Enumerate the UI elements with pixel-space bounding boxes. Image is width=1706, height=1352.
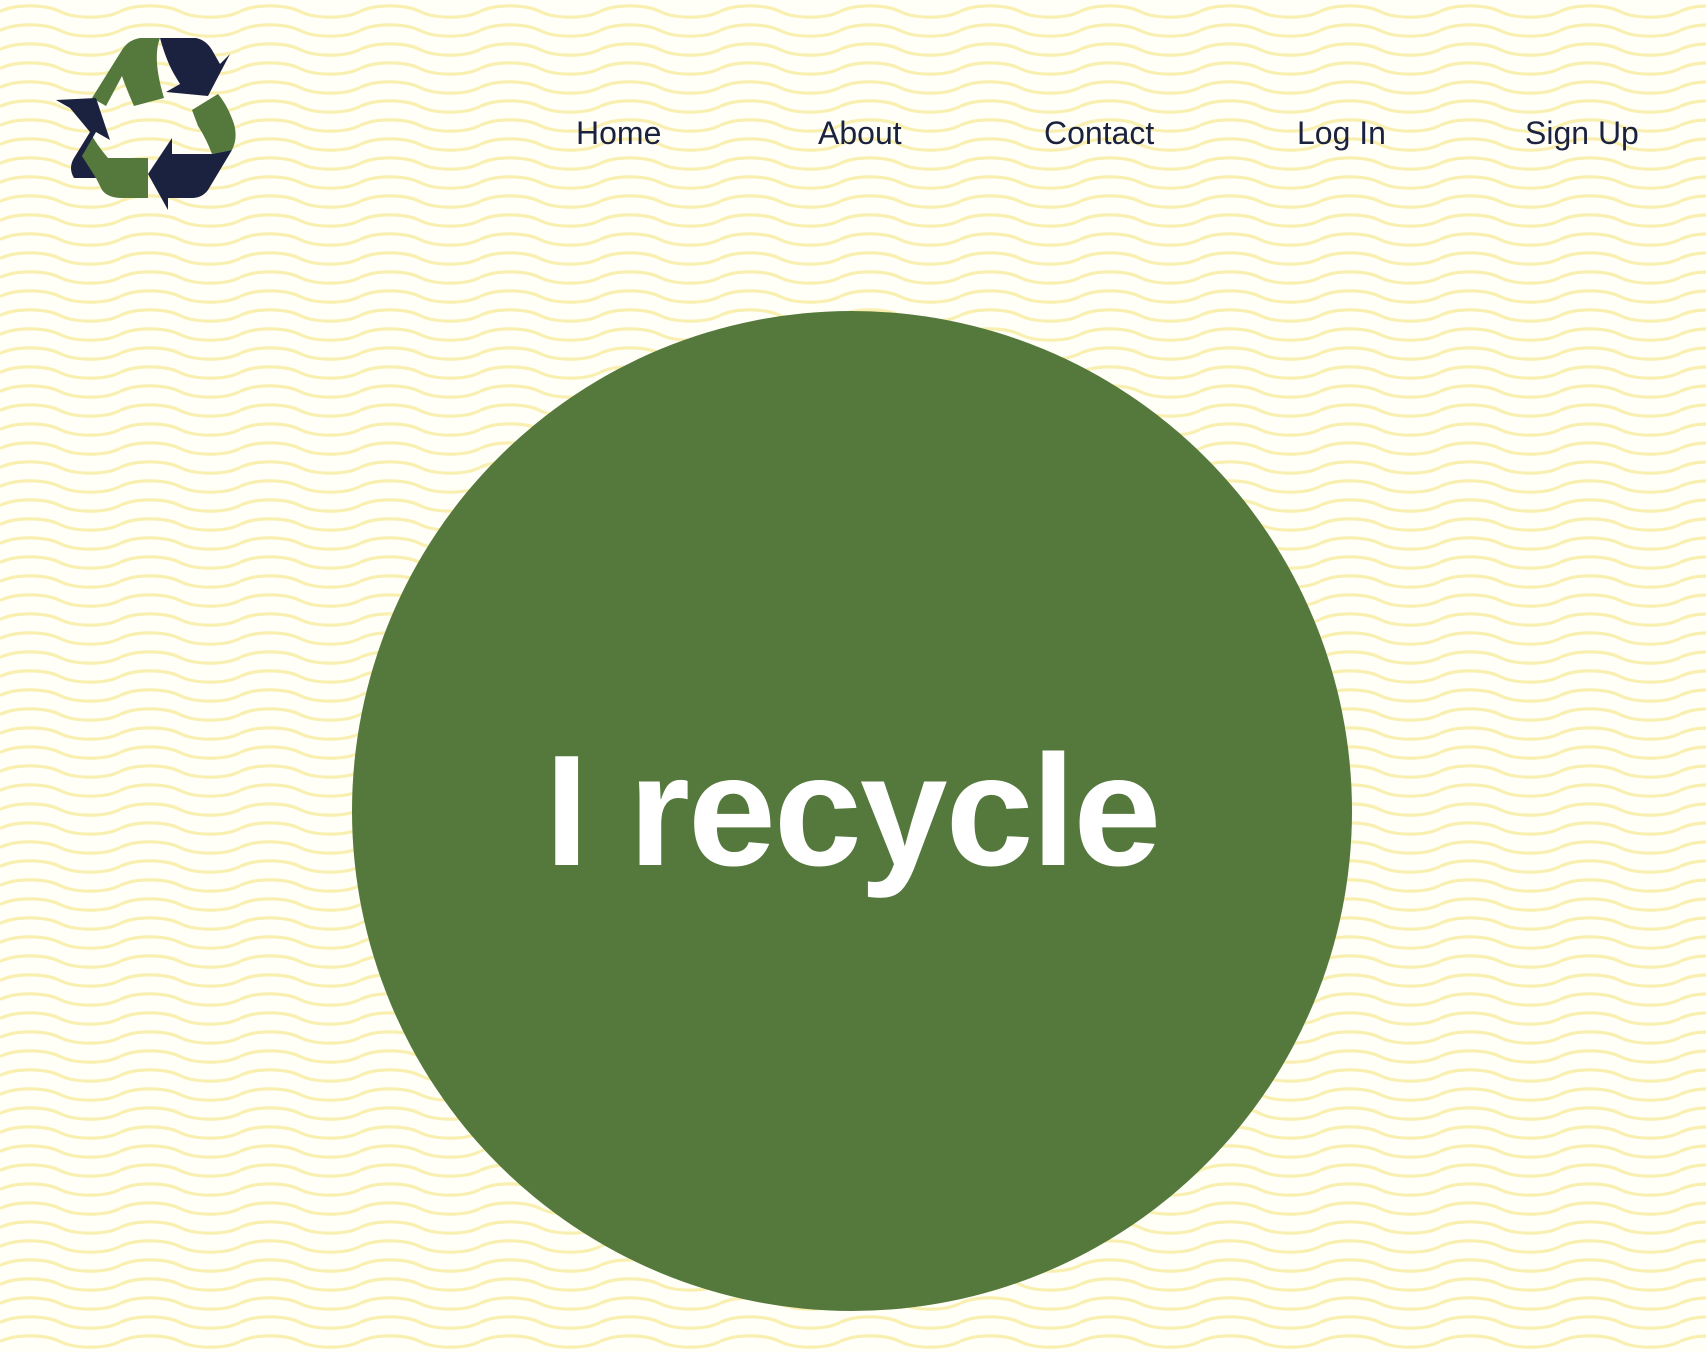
nav-link-login[interactable]: Log In	[1297, 110, 1386, 156]
nav-link-contact[interactable]: Contact	[1044, 110, 1154, 156]
nav-link-home[interactable]: Home	[576, 110, 661, 156]
nav-link-about[interactable]: About	[818, 110, 902, 156]
nav-link-signup[interactable]: Sign Up	[1525, 110, 1639, 156]
main-nav: Home About Contact Log In Sign Up	[0, 110, 1706, 156]
hero-title: I recycle	[544, 723, 1162, 899]
hero-circle: I recycle	[352, 311, 1352, 1311]
